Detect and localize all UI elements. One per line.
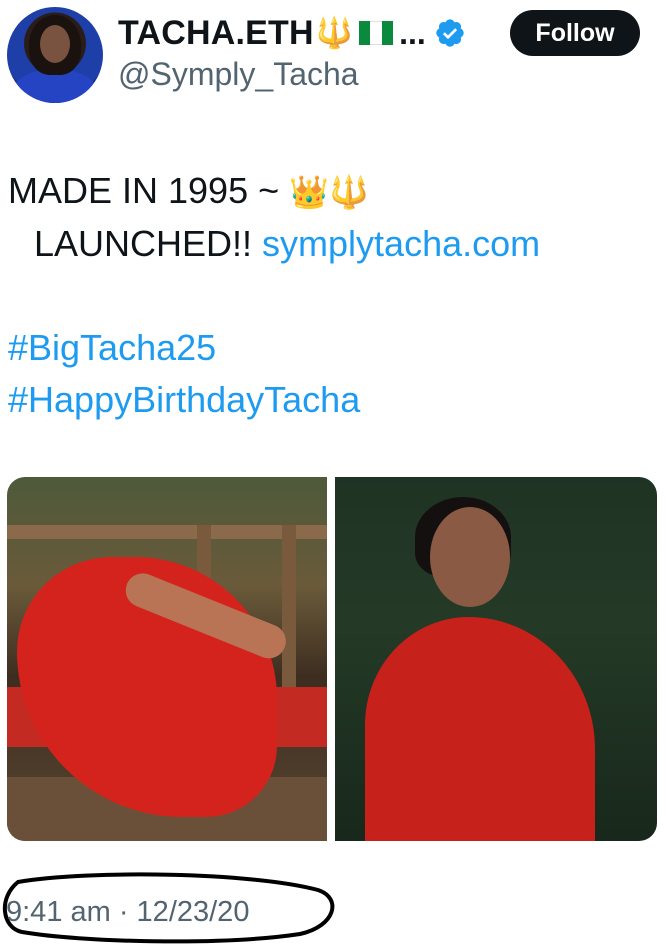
trident-emoji-icon: 🔱 [315, 16, 354, 50]
tweet-text: MADE IN 1995 ~ 👑🔱 LAUNCHED!! symplytacha… [8, 165, 648, 426]
verified-badge-icon [436, 19, 464, 47]
hashtag-bigtacha25[interactable]: #BigTacha25 [8, 322, 648, 374]
tweet-timestamp[interactable]: 9:41 am · 12/23/20 [6, 896, 249, 929]
hashtag-happybirthdaytacha[interactable]: #HappyBirthdayTacha [8, 374, 648, 426]
author-name-row[interactable]: TACHA.ETH 🔱 ... [118, 12, 466, 54]
avatar-face [40, 25, 70, 63]
tweet-line-1-text: MADE IN 1995 ~ [8, 170, 290, 211]
avatar[interactable] [7, 7, 103, 103]
tweet-line-2: LAUNCHED!! symplytacha.com [8, 218, 648, 270]
author-display-name[interactable]: TACHA.ETH [118, 14, 314, 53]
face [430, 507, 510, 607]
media-photo-1[interactable] [7, 477, 327, 841]
author-handle[interactable]: @Symply_Tacha [118, 56, 359, 93]
media-photo-2[interactable] [335, 477, 657, 841]
tweet-media-grid [7, 477, 657, 841]
crown-emoji-icon: 👑 [289, 174, 329, 210]
follow-button[interactable]: Follow [510, 10, 640, 56]
tweet-line-1: MADE IN 1995 ~ 👑🔱 [8, 165, 648, 218]
website-link[interactable]: symplytacha.com [262, 223, 540, 264]
fence-rail [7, 525, 327, 539]
name-truncation-ellipsis: ... [399, 14, 426, 51]
tweet-line-2-text: LAUNCHED!! [34, 223, 263, 264]
trident-emoji-icon: 🔱 [328, 174, 369, 210]
nigeria-flag-icon [359, 21, 394, 45]
tweet-header: TACHA.ETH 🔱 ... @Symply_Tacha Follow [0, 0, 666, 110]
red-dress [365, 617, 595, 841]
